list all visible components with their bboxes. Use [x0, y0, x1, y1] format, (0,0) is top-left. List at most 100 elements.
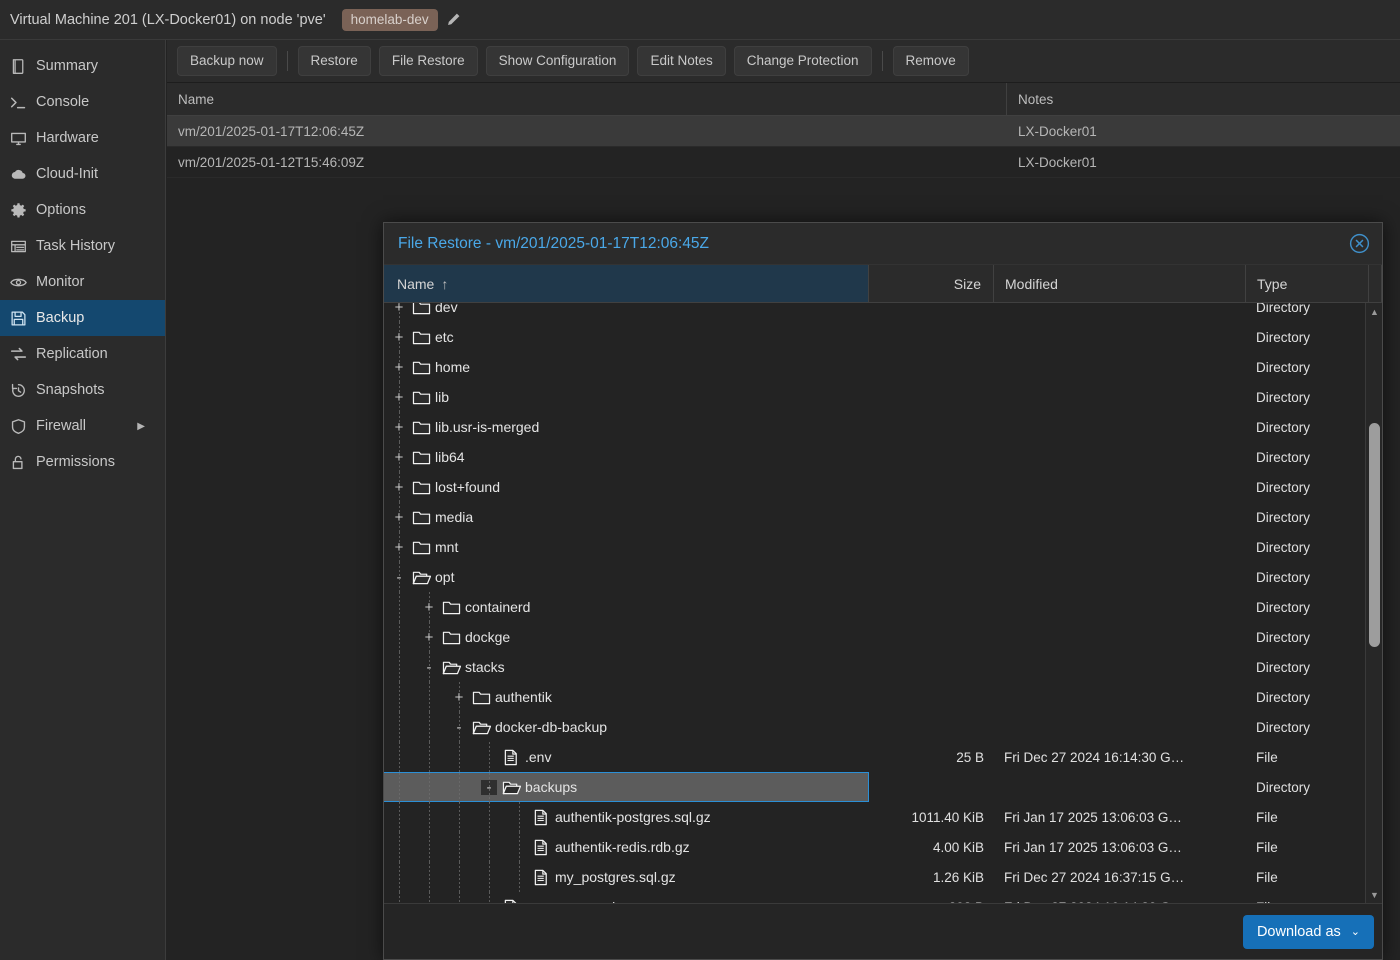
tree-row[interactable]: +media Directory — [384, 502, 1382, 532]
column-header-notes[interactable]: Notes — [1007, 92, 1053, 107]
tree-row[interactable]: +lib Directory — [384, 382, 1382, 412]
tree-guide-line — [399, 742, 400, 772]
sidebar-item-cloud-init[interactable]: Cloud-Init — [0, 156, 165, 192]
scroll-down-icon[interactable]: ▼ — [1366, 886, 1382, 903]
tree-node-label: media — [435, 509, 474, 525]
close-circle-icon[interactable] — [1349, 233, 1370, 254]
tree-row[interactable]: -backups Directory — [384, 772, 1382, 803]
tree-row[interactable]: +lost+found Directory — [384, 472, 1382, 502]
tree-row[interactable]: +containerd Directory — [384, 592, 1382, 622]
tree-row-name-cell[interactable]: +home — [384, 352, 869, 382]
scrollbar-thumb[interactable] — [1369, 423, 1380, 647]
tree-row[interactable]: -docker-db-backup Directory — [384, 712, 1382, 742]
tree-row-name-cell[interactable]: +lib — [384, 382, 869, 412]
sidebar-item-task-history[interactable]: Task History — [0, 228, 165, 264]
sidebar-item-monitor[interactable]: Monitor — [0, 264, 165, 300]
page-title: Virtual Machine 201 (LX-Docker01) on nod… — [10, 11, 326, 28]
sidebar-item-replication[interactable]: Replication — [0, 336, 165, 372]
sidebar-item-summary[interactable]: Summary — [0, 48, 165, 84]
tree-row-name-cell[interactable]: +mnt — [384, 532, 869, 562]
terminal-icon — [10, 94, 36, 111]
folder-closed-icon — [437, 599, 465, 616]
tree-row-name-cell[interactable]: +containerd — [384, 592, 869, 622]
file-tree[interactable]: +dev Directory +etc Directory +home Directory… — [384, 303, 1382, 903]
tree-row[interactable]: .env 25 B Fri Dec 27 2024 16:14:30 G… File — [384, 742, 1382, 772]
tree-row[interactable]: +etc Directory — [384, 322, 1382, 352]
tree-node-label: authentik-redis.rdb.gz — [555, 839, 690, 855]
tree-column-header-size[interactable]: Size — [869, 265, 994, 302]
tree-row-name-cell[interactable]: +lib.usr-is-merged — [384, 412, 869, 442]
backup-now-button[interactable]: Backup now — [177, 46, 277, 76]
tree-row-name-cell[interactable]: -docker-db-backup — [384, 712, 869, 742]
file-icon — [527, 869, 555, 886]
tree-row-type: Directory — [1256, 389, 1311, 405]
tree-row-name-cell[interactable]: +authentik — [384, 682, 869, 712]
tree-row-name-cell[interactable]: authentik-postgres.sql.gz — [384, 802, 869, 832]
tree-row-name-cell[interactable]: my_postgres.sql.gz — [384, 862, 869, 892]
tree-row-name-cell[interactable]: +media — [384, 502, 869, 532]
column-header-name[interactable]: Name — [167, 82, 1007, 116]
download-as-button[interactable]: Download as ⌄ — [1242, 914, 1374, 949]
tree-guide-line — [489, 802, 490, 832]
tree-row[interactable]: +lib.usr-is-merged Directory — [384, 412, 1382, 442]
sidebar-item-console[interactable]: Console — [0, 84, 165, 120]
tree-node-label: etc — [435, 329, 454, 345]
tree-guide-line — [489, 892, 490, 903]
tree-scrollbar[interactable]: ▲ ▼ — [1365, 303, 1382, 903]
tree-row[interactable]: compose.yaml 298 BFri Dec 27 2024 16:14:3… — [384, 892, 1382, 903]
tree-row-type: Directory — [1256, 329, 1311, 345]
tree-row[interactable]: my_postgres.sql.gz 1.26 KiB Fri Dec 27 202… — [384, 862, 1382, 892]
tree-column-header-name[interactable]: Name ↑ — [384, 265, 869, 302]
restore-button[interactable]: Restore — [297, 46, 371, 76]
tree-row-name-cell[interactable]: -backups — [384, 772, 869, 803]
sidebar-item-permissions[interactable]: Permissions — [0, 444, 165, 480]
tree-row-name-cell[interactable]: +lib64 — [384, 442, 869, 472]
tree-row[interactable]: -opt Directory — [384, 562, 1382, 592]
sidebar-item-backup[interactable]: Backup — [0, 300, 165, 336]
tree-node-label: mnt — [435, 539, 459, 555]
backup-row[interactable]: vm/201/2025-01-17T12:06:45Z LX-Docker01 — [167, 116, 1400, 147]
sidebar-item-options[interactable]: Options — [0, 192, 165, 228]
tree-row[interactable]: authentik-postgres.sql.gz 1011.40 KiB Fri … — [384, 802, 1382, 832]
sidebar-item-label: Firewall — [36, 418, 86, 434]
tree-row[interactable]: +dockge Directory — [384, 622, 1382, 652]
tree-row[interactable]: +lib64 Directory — [384, 442, 1382, 472]
tree-row[interactable]: +mnt Directory — [384, 532, 1382, 562]
change-protection-button[interactable]: Change Protection — [733, 46, 872, 76]
tree-row-name-cell[interactable]: -stacks — [384, 652, 869, 682]
tree-row-name-cell[interactable]: +dev — [384, 303, 869, 322]
tree-row-name-cell[interactable]: +etc — [384, 322, 869, 352]
vm-tag-badge[interactable]: homelab-dev — [341, 8, 438, 31]
tree-row-name-cell[interactable]: .env — [384, 742, 869, 772]
sidebar-item-snapshots[interactable]: Snapshots — [0, 372, 165, 408]
edit-notes-button[interactable]: Edit Notes — [637, 46, 726, 76]
tree-column-header-modified[interactable]: Modified — [994, 265, 1246, 302]
tree-row-size: 1.26 KiB — [932, 869, 984, 885]
tree-row-name-cell[interactable]: authentik-redis.rdb.gz — [384, 832, 869, 862]
tree-row[interactable]: authentik-redis.rdb.gz 4.00 KiB Fri Jan 17… — [384, 832, 1382, 862]
tree-column-header-type[interactable]: Type — [1246, 265, 1369, 302]
tree-row-name-cell[interactable]: +dockge — [384, 622, 869, 652]
remove-button[interactable]: Remove — [892, 46, 969, 76]
tree-row-name-cell[interactable]: -opt — [384, 562, 869, 592]
sidebar-item-firewall[interactable]: Firewall ▶ — [0, 408, 165, 444]
tree-row-name-cell[interactable]: +lost+found — [384, 472, 869, 502]
pencil-icon[interactable] — [446, 12, 461, 27]
show-configuration-button[interactable]: Show Configuration — [485, 46, 630, 76]
file-restore-button[interactable]: File Restore — [378, 46, 478, 76]
tree-row[interactable]: +home Directory — [384, 352, 1382, 382]
scroll-up-icon[interactable]: ▲ — [1366, 303, 1382, 320]
tree-row[interactable]: -stacks Directory — [384, 652, 1382, 682]
tree-row-type: Directory — [1256, 719, 1311, 735]
sidebar-item-label: Snapshots — [36, 382, 105, 398]
tree-row-name-cell[interactable]: compose.yaml — [384, 892, 869, 903]
sidebar-item-hardware[interactable]: Hardware — [0, 120, 165, 156]
backup-row[interactable]: vm/201/2025-01-12T15:46:09Z LX-Docker01 — [167, 147, 1400, 178]
tree-column-header-pad — [1369, 265, 1382, 302]
tree-row[interactable]: +authentik Directory — [384, 682, 1382, 712]
tree-row[interactable]: +dev Directory — [384, 303, 1382, 322]
folder-closed-icon — [407, 479, 435, 496]
